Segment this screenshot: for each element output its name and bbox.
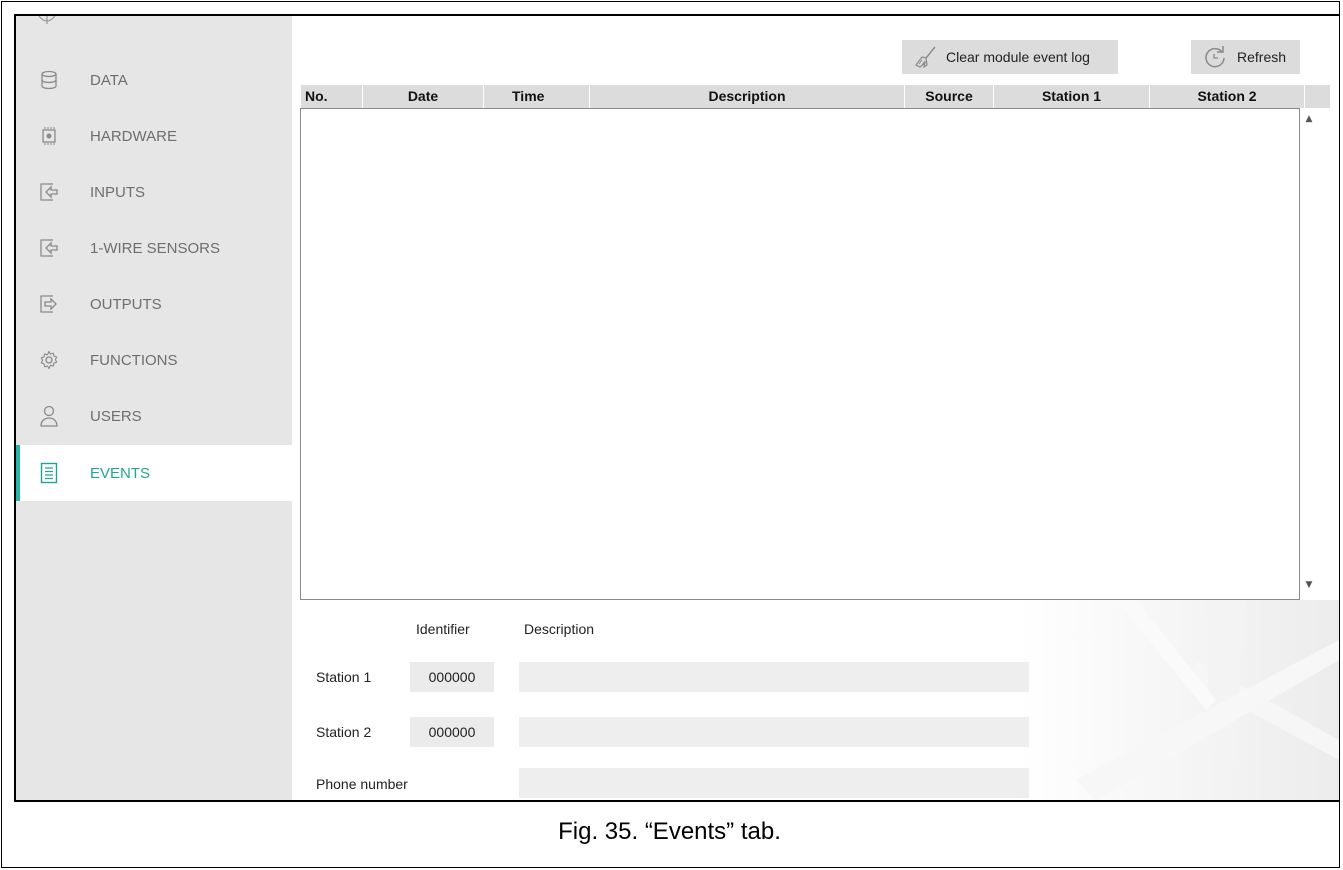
chip-icon (38, 125, 60, 147)
broom-icon (915, 46, 936, 68)
events-table-header: No. Date Time Description Source Station… (301, 85, 1330, 108)
sidebar-item-label: OUTPUTS (90, 295, 162, 313)
sidebar-item-events[interactable]: EVENTS (16, 445, 292, 501)
refresh-button[interactable]: Refresh (1191, 40, 1300, 74)
sidebar-item-hardware[interactable]: HARDWARE (16, 108, 292, 164)
sidebar-item-label: DATA (90, 71, 128, 89)
identifier-header: Identifier (416, 621, 470, 637)
sidebar-item-label: HARDWARE (90, 127, 177, 145)
sidebar-item-label: EVENTS (90, 464, 151, 482)
gear-icon (38, 349, 60, 371)
screenshot-border (14, 14, 16, 802)
sidebar-item-label: FUNCTIONS (90, 351, 178, 369)
sidebar-item-label: INPUTS (90, 183, 146, 201)
app-window: DATA HARDWARE INPUTS 1-WIRE SENSORS OUTP (16, 16, 1339, 801)
sidebar-item-data[interactable]: DATA (16, 52, 292, 108)
column-header-date[interactable]: Date (363, 85, 484, 108)
output-arrow-icon (38, 293, 60, 315)
partial-icon (38, 16, 56, 24)
sidebar-item-functions[interactable]: FUNCTIONS (16, 332, 292, 388)
clear-event-log-button[interactable]: Clear module event log (902, 40, 1118, 74)
refresh-label: Refresh (1237, 49, 1287, 65)
list-document-icon (38, 462, 60, 484)
sidebar-item-1-wire-sensors[interactable]: 1-WIRE SENSORS (16, 220, 292, 276)
active-indicator (16, 445, 20, 501)
input-arrow-icon (38, 181, 60, 203)
station-1-description-field[interactable] (519, 662, 1029, 692)
description-header: Description (524, 621, 595, 637)
sidebar-item-outputs[interactable]: OUTPUTS (16, 276, 292, 332)
sidebar-item-inputs[interactable]: INPUTS (16, 164, 292, 220)
screenshot-border (14, 14, 1340, 16)
column-header-description[interactable]: Description (590, 85, 905, 108)
sidebar-item-users[interactable]: USERS (16, 388, 292, 444)
column-header-station-1[interactable]: Station 1 (994, 85, 1150, 108)
station-1-identifier-field[interactable]: 000000 (410, 662, 494, 692)
station-1-label: Station 1 (316, 669, 372, 685)
background-logo-watermark (1016, 600, 1339, 801)
refresh-icon (1205, 46, 1225, 68)
events-table-body[interactable] (300, 108, 1300, 600)
phone-number-label: Phone number (316, 776, 408, 792)
clear-event-log-label: Clear module event log (946, 49, 1090, 65)
phone-number-field[interactable] (519, 768, 1029, 798)
figure-caption: Fig. 35. “Events” tab. (558, 818, 781, 845)
screenshot-border (14, 800, 1340, 802)
database-icon (38, 69, 60, 91)
scroll-down-icon[interactable]: ▼ (1304, 580, 1314, 590)
column-header-source[interactable]: Source (905, 85, 994, 108)
scroll-up-icon[interactable]: ▲ (1304, 114, 1314, 124)
sidebar: DATA HARDWARE INPUTS 1-WIRE SENSORS OUTP (16, 16, 292, 801)
column-header-no[interactable]: No. (301, 85, 363, 108)
station-2-label: Station 2 (316, 724, 372, 740)
column-header-station-2[interactable]: Station 2 (1150, 85, 1305, 108)
sidebar-item-label: USERS (90, 407, 142, 425)
column-header-time[interactable]: Time (484, 85, 590, 108)
user-icon (38, 405, 60, 427)
input-arrow-icon (38, 237, 60, 259)
events-table-scrollbar[interactable]: ▲ ▼ (1301, 108, 1317, 600)
station-2-description-field[interactable] (519, 717, 1029, 747)
station-2-identifier-field[interactable]: 000000 (410, 717, 494, 747)
sidebar-item-label: 1-WIRE SENSORS (90, 239, 221, 257)
